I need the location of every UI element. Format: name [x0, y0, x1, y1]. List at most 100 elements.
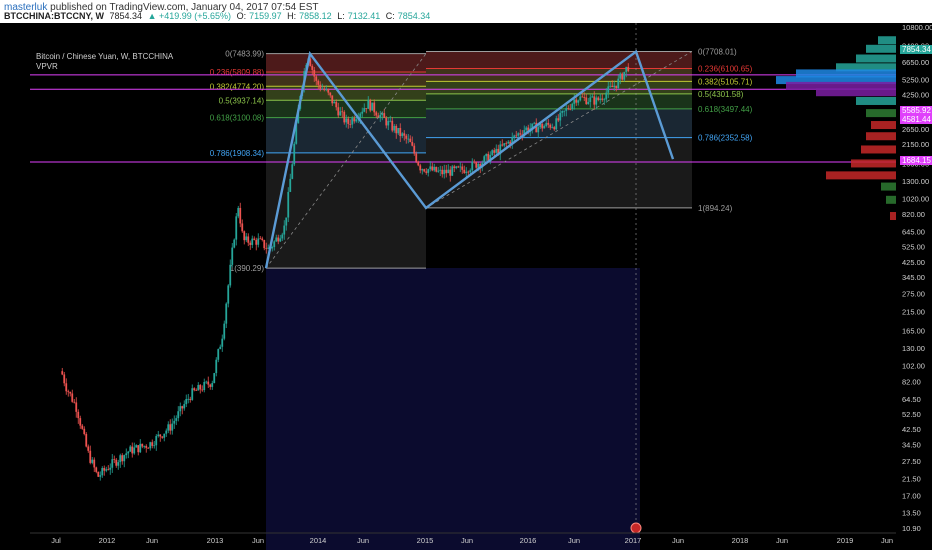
close-label: C: — [385, 11, 395, 21]
fib2-label: 0.618(3497.44) — [698, 105, 753, 114]
candle-body — [137, 445, 140, 453]
candle-body — [569, 108, 572, 110]
x-tick-label: Jun — [776, 536, 788, 545]
event-marker — [630, 522, 642, 534]
candle-body — [109, 467, 112, 470]
candle-body — [81, 425, 84, 429]
y-tick-label: 525.00 — [902, 243, 925, 252]
last-price-tag: 7854.34 — [900, 45, 932, 54]
candle-body — [405, 135, 408, 139]
candle-body — [315, 76, 318, 81]
candle-body — [69, 391, 72, 394]
candle-body — [319, 84, 322, 89]
candle-body — [445, 169, 448, 174]
price-chart[interactable]: 0(7483.99) 0.236(5809.88) 0.382(4774.20) 0.… — [0, 23, 932, 550]
candle-body — [501, 144, 504, 146]
candle-body — [485, 153, 488, 157]
volume-profile-bar — [878, 36, 896, 45]
open-label: O: — [236, 11, 247, 21]
candle-body — [469, 170, 472, 173]
candle-body — [165, 430, 168, 434]
candle-body — [277, 237, 280, 242]
candle-body — [183, 404, 186, 409]
candle-body — [545, 122, 548, 127]
y-tick-label: 10800.00 — [902, 23, 932, 32]
candle-body — [555, 118, 558, 130]
chart-area[interactable]: 0(7483.99) 0.236(5809.88) 0.382(4774.20) 0.… — [0, 23, 932, 550]
candle-body — [73, 401, 76, 403]
candle-body — [447, 169, 450, 174]
x-tick-label: Jun — [672, 536, 684, 545]
low-value: 7132.41 — [347, 11, 381, 21]
candle-body — [391, 120, 394, 131]
candle-body — [577, 100, 580, 103]
candle-body — [123, 455, 126, 462]
volume-profile-bar — [886, 195, 896, 204]
candle-body — [471, 161, 474, 171]
candle-body — [589, 97, 592, 102]
volume-profile-bar — [851, 159, 896, 168]
x-tick-label: 2014 — [310, 536, 327, 545]
fib1-label: 1(390.29) — [230, 264, 265, 273]
candle-body — [451, 166, 454, 176]
candle-body — [567, 108, 570, 109]
candle-body — [125, 453, 128, 456]
fib1-band — [266, 72, 426, 87]
candle-body — [281, 234, 284, 239]
candle-body — [541, 123, 544, 129]
close-value: 7854.34 — [397, 11, 431, 21]
candle-body — [383, 113, 386, 118]
candle-body — [563, 110, 566, 112]
candle-body — [61, 371, 64, 375]
volume-profile-bar — [826, 171, 896, 180]
candle-body — [241, 223, 244, 232]
y-tick-label: 130.00 — [902, 344, 925, 353]
y-tick-label: 2650.00 — [902, 125, 929, 134]
candle-body — [119, 455, 122, 463]
x-tick-label: Jun — [357, 536, 369, 545]
y-tick-label: 21.50 — [902, 475, 921, 484]
candle-body — [585, 97, 588, 105]
y-tick-label: 34.50 — [902, 440, 921, 449]
legend-title: Bitcoin / Chinese Yuan, W, BTCCHINA — [36, 52, 174, 61]
x-tick-label: 2013 — [207, 536, 224, 545]
candle-body — [273, 241, 276, 248]
candle-body — [199, 385, 202, 390]
candle-body — [317, 80, 320, 85]
candle-body — [117, 462, 120, 466]
candle-body — [71, 393, 74, 402]
candle-body — [255, 239, 258, 245]
chart-legend: Bitcoin / Chinese Yuan, W, BTCCHINA VPVR — [36, 52, 173, 72]
candle-body — [181, 406, 184, 409]
candle-body — [605, 92, 608, 100]
candle-body — [111, 459, 114, 468]
fib1-label: 0.786(1908.34) — [210, 149, 265, 158]
candle-body — [493, 150, 496, 153]
candle-body — [595, 97, 598, 105]
candle-body — [561, 110, 564, 113]
candle-body — [417, 161, 420, 166]
x-tick-label: Jul — [51, 536, 61, 545]
high-value: 7858.12 — [299, 11, 332, 21]
candle-body — [87, 446, 90, 451]
candle-body — [91, 459, 94, 463]
open-value: 7159.97 — [249, 11, 282, 21]
candle-body — [361, 111, 364, 114]
x-tick-label: 2012 — [99, 536, 116, 545]
candle-body — [525, 127, 528, 131]
candle-body — [621, 73, 624, 80]
y-tick-label: 4250.00 — [902, 91, 929, 100]
symbol-label[interactable]: BTCCHINA:BTCCNY, W — [4, 11, 104, 21]
candle-body — [537, 127, 540, 133]
candle-body — [579, 96, 582, 101]
candle-body — [89, 450, 92, 463]
magenta-price-tag-1: 5585.92 — [900, 106, 932, 115]
candle-body — [75, 402, 78, 412]
x-tick-label: 2015 — [417, 536, 434, 545]
candle-body — [221, 338, 224, 347]
candle-body — [279, 238, 282, 242]
candle-body — [121, 455, 124, 462]
legend-indicator[interactable]: VPVR — [36, 62, 173, 72]
candle-body — [389, 120, 392, 122]
candle-body — [349, 123, 352, 125]
